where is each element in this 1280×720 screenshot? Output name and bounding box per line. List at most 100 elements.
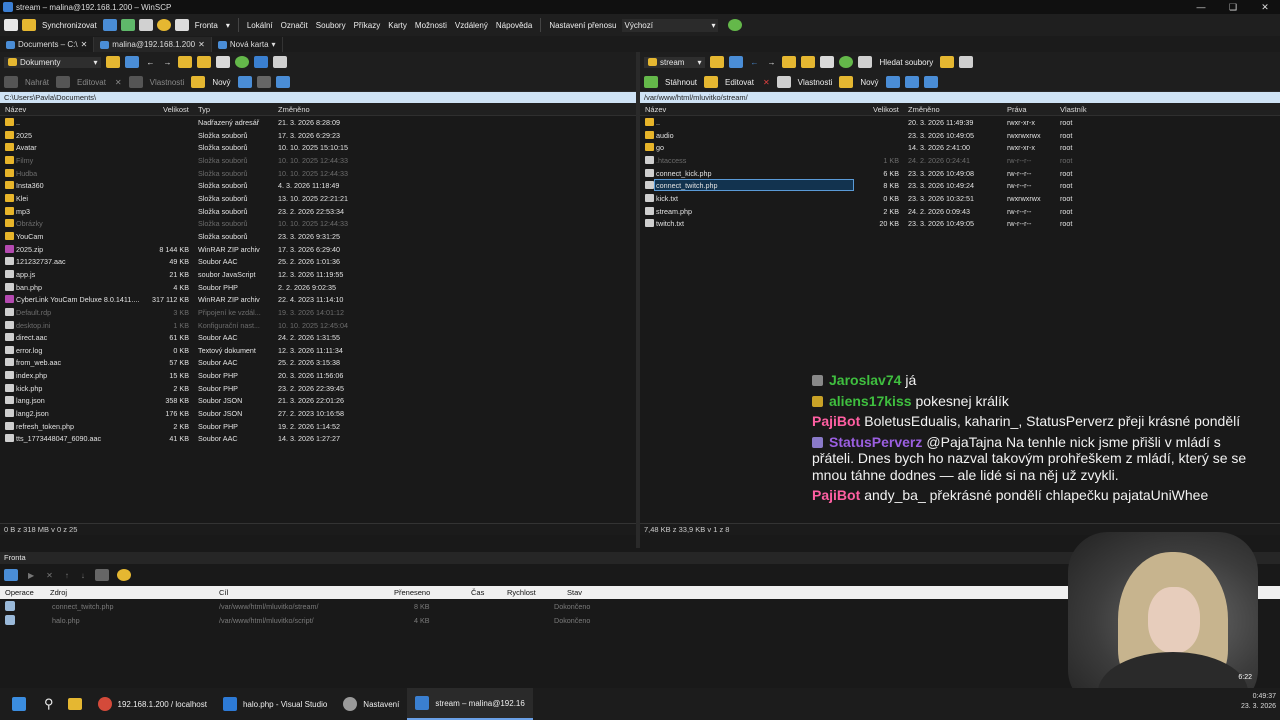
file-row[interactable]: 121232737.aac 49 KB Soubor AAC 25. 2. 2026 … — [0, 255, 636, 268]
tab-documents[interactable]: Documents – C:\ ✕ — [0, 37, 95, 52]
sync-folders-icon[interactable] — [22, 19, 36, 31]
col-type[interactable]: Typ — [198, 105, 210, 114]
rename-icon[interactable] — [128, 76, 143, 88]
remote-location-select[interactable]: stream ▾ — [644, 56, 706, 68]
parent-folder-icon[interactable] — [782, 56, 797, 68]
explorer-button[interactable] — [60, 688, 90, 720]
tab-session-malina[interactable]: malina@192.168.1.200 ✕ — [94, 37, 212, 52]
file-row[interactable]: YouCam Složka souborů 23. 3. 2026 9:31:25 — [0, 230, 636, 243]
forward-icon[interactable]: → — [161, 58, 173, 67]
menu-mark[interactable]: Označit — [279, 21, 310, 30]
filter-icon[interactable] — [125, 56, 140, 68]
close-icon[interactable]: ✕ — [198, 40, 205, 49]
back-icon[interactable]: ← — [748, 58, 760, 67]
view-icon[interactable] — [273, 56, 288, 68]
taskbar-app-settings[interactable]: Nastavení — [335, 688, 407, 720]
transfer-settings-select[interactable]: Výchozí ▾ — [622, 18, 719, 32]
chevron-down-icon[interactable]: ▾ — [224, 21, 232, 30]
download-button[interactable]: Stáhnout — [663, 78, 699, 87]
putty-icon[interactable] — [138, 19, 153, 31]
deselect-icon[interactable] — [256, 76, 271, 88]
file-row[interactable]: kick.php 2 KB Soubor PHP 23. 2. 2026 22:39:… — [0, 382, 636, 395]
home-icon[interactable] — [216, 56, 231, 68]
queue-menu[interactable]: Fronta — [193, 21, 220, 30]
system-clock[interactable]: 0:49:37 23. 3. 2026 — [1241, 692, 1276, 712]
file-row[interactable]: .. Nadřazený adresář 21. 3. 2026 8:28:09 — [0, 116, 636, 129]
synchronize-button[interactable]: Synchronizovat — [40, 21, 99, 30]
delete-icon[interactable]: ✕ — [113, 78, 124, 87]
file-row[interactable]: audio 23. 3. 2026 10:49:05 rwxrwxrwx root — [640, 129, 1280, 142]
col-source[interactable]: Zdroj — [50, 588, 67, 597]
file-row[interactable]: lang2.json 176 KB Soubor JSON 27. 2. 2023 1… — [0, 407, 636, 420]
properties-button[interactable]: Vlastnosti — [148, 78, 187, 87]
file-row[interactable]: .htaccess 1 KB 24. 2. 2026 0:24:41 rw-r--r-… — [640, 154, 1280, 167]
col-modified[interactable]: Změněno — [908, 105, 940, 114]
parent-folder-icon[interactable] — [178, 56, 193, 68]
col-name[interactable]: Název — [5, 105, 26, 114]
pane-splitter[interactable] — [636, 52, 640, 548]
remote-path[interactable]: /var/www/html/mluvitko/stream/ — [640, 92, 1280, 103]
refresh-sync-icon[interactable] — [728, 19, 743, 31]
properties-button[interactable]: Vlastnosti — [796, 78, 835, 87]
local-computer-icon[interactable] — [4, 19, 18, 31]
menu-help[interactable]: Nápověda — [494, 21, 534, 30]
col-owner[interactable]: Vlastník — [1060, 105, 1087, 114]
file-row[interactable]: connect_twitch.php 8 KB 23. 3. 2026 10:49:… — [640, 179, 1280, 192]
col-time[interactable]: Čas — [471, 588, 484, 597]
col-destination[interactable]: Cíl — [219, 588, 228, 597]
col-transferred[interactable]: Přeneseno — [394, 588, 430, 597]
home-icon[interactable] — [820, 56, 835, 68]
chevron-down-icon[interactable]: ▾ — [272, 40, 276, 49]
menu-remote[interactable]: Vzdálený — [453, 21, 490, 30]
cancel-icon[interactable]: ✕ — [44, 571, 55, 580]
col-state[interactable]: Stav — [567, 588, 582, 597]
deselect-icon[interactable] — [904, 76, 919, 88]
new-button[interactable]: Nový — [858, 78, 880, 87]
menu-tabs[interactable]: Karty — [386, 21, 409, 30]
file-row[interactable]: index.php 15 KB Soubor PHP 20. 3. 2026 11:5… — [0, 369, 636, 382]
menu-local[interactable]: Lokální — [245, 21, 275, 30]
upload-button[interactable]: Nahrát — [23, 78, 51, 87]
col-speed[interactable]: Rychlost — [507, 588, 536, 597]
col-size[interactable]: Velikost — [163, 105, 189, 114]
select-filter-icon[interactable] — [275, 76, 290, 88]
file-row[interactable]: Hudba Složka souborů 10. 10. 2025 12:44:33 — [0, 167, 636, 180]
open-folder-icon[interactable] — [710, 56, 725, 68]
view-icon[interactable] — [959, 56, 974, 68]
file-row[interactable]: Filmy Složka souborů 10. 10. 2025 12:44:33 — [0, 154, 636, 167]
file-row[interactable]: stream.php 2 KB 24. 2. 2026 0:09:43 rw-r--r… — [640, 205, 1280, 218]
queue-list-icon[interactable] — [4, 569, 18, 581]
col-name[interactable]: Název — [645, 105, 666, 114]
file-row[interactable]: Avatar Složka souborů 10. 10. 2025 15:10:1… — [0, 141, 636, 154]
file-row[interactable]: mp3 Složka souborů 23. 2. 2026 22:53:34 — [0, 205, 636, 218]
back-icon[interactable]: ← — [144, 58, 156, 67]
file-row[interactable]: 2025 Složka souborů 17. 3. 2026 6:29:23 — [0, 129, 636, 142]
local-location-select[interactable]: Dokumenty ▾ — [4, 56, 102, 68]
filter-icon[interactable] — [729, 56, 744, 68]
queue-settings-icon[interactable] — [94, 569, 109, 581]
rename-icon[interactable] — [776, 76, 791, 88]
move-up-icon[interactable]: ↑ — [63, 571, 71, 580]
file-row[interactable]: direct.aac 61 KB Soubor AAC 24. 2. 2026 1:3… — [0, 331, 636, 344]
file-row[interactable]: from_web.aac 57 KB Soubor AAC 25. 2. 2026 3… — [0, 356, 636, 369]
open-folder-icon[interactable] — [106, 56, 121, 68]
close-icon[interactable]: ✕ — [81, 40, 88, 49]
select-all-icon[interactable] — [885, 76, 900, 88]
taskbar-app-winscp[interactable]: stream – malina@192.16 — [407, 688, 533, 720]
root-folder-icon[interactable] — [197, 56, 212, 68]
play-icon[interactable]: ▶ — [26, 571, 36, 580]
edit-button[interactable]: Editovat — [723, 78, 756, 87]
gear-icon[interactable] — [116, 569, 131, 581]
file-row[interactable]: desktop.ini 1 KB Konfigurační nast... 10. 1… — [0, 319, 636, 332]
new-button[interactable]: Nový — [210, 78, 232, 87]
refresh-icon[interactable] — [235, 56, 250, 68]
queue-icon[interactable] — [174, 19, 189, 31]
file-row[interactable]: Default.rdp 3 KB Připojení ke vzdál... 19. … — [0, 306, 636, 319]
file-row[interactable]: Klei Složka souborů 13. 10. 2025 22:21:21 — [0, 192, 636, 205]
root-folder-icon[interactable] — [801, 56, 816, 68]
find-files-button[interactable]: Hledat soubory — [877, 58, 935, 67]
file-row[interactable]: lang.json 358 KB Soubor JSON 21. 3. 2026 22… — [0, 394, 636, 407]
col-modified[interactable]: Změněno — [278, 105, 310, 114]
minimize-button[interactable]: — — [1186, 0, 1216, 14]
file-row[interactable]: ban.php 4 KB Soubor PHP 2. 2. 2026 9:02:35 — [0, 281, 636, 294]
